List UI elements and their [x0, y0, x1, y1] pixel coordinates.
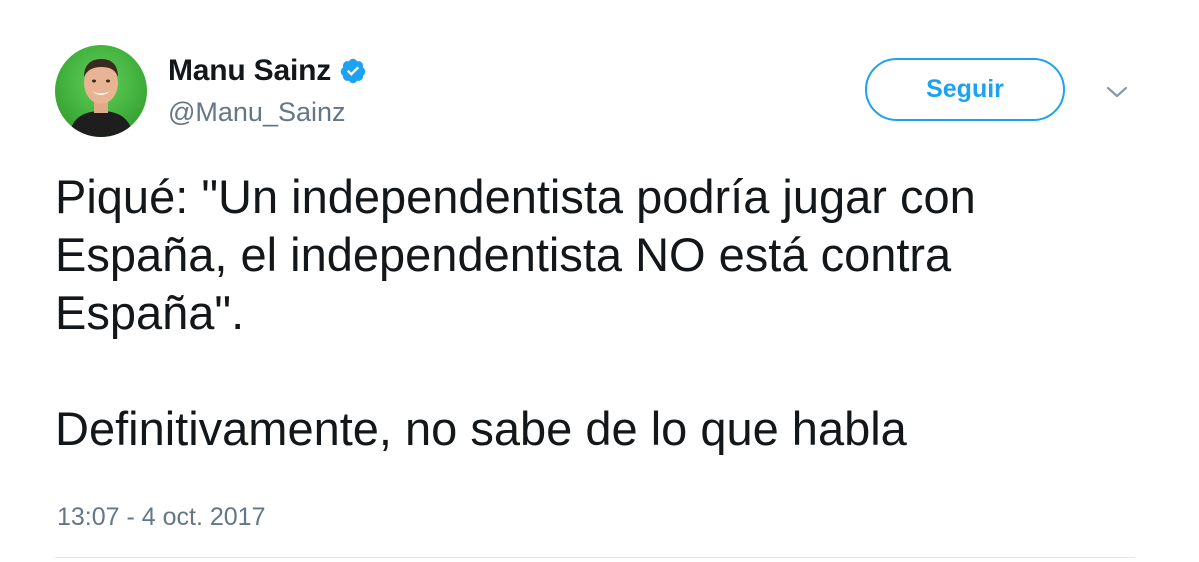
tweet-text-line: España, el independentista NO está contr…: [55, 228, 952, 281]
verified-badge-icon: [339, 57, 367, 85]
chevron-down-icon[interactable]: [1105, 84, 1129, 100]
avatar-photo: [55, 45, 147, 137]
tweet-text: Piqué: "Un independentista podría jugar …: [55, 168, 1165, 458]
follow-button[interactable]: Seguir: [865, 58, 1065, 121]
divider: [55, 557, 1135, 558]
author-name-row: Manu Sainz: [168, 54, 367, 88]
tweet-text-line: España".: [55, 286, 245, 339]
tweet-paragraph-break: [55, 342, 1165, 400]
tweet-timestamp[interactable]: 13:07 - 4 oct. 2017: [57, 503, 265, 532]
tweet-text-line: Definitivamente, no sabe de lo que habla: [55, 402, 907, 455]
avatar[interactable]: [55, 45, 147, 137]
author-handle[interactable]: @Manu_Sainz: [168, 97, 346, 128]
author-display-name[interactable]: Manu Sainz: [168, 54, 331, 88]
tweet-text-line: Piqué: "Un independentista podría jugar …: [55, 170, 976, 223]
